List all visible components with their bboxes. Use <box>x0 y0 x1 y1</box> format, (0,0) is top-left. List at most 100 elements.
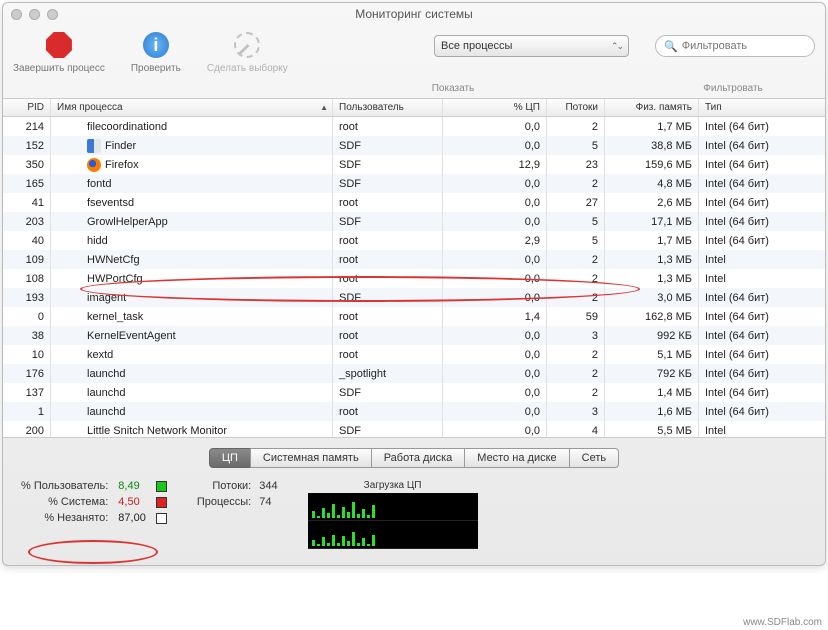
cell-type: Intel (64 бит) <box>699 345 825 364</box>
table-body: 214filecoordinationdroot0,021,7 МБIntel … <box>3 117 825 437</box>
cell-name: KernelEventAgent <box>51 326 333 345</box>
cell-user: SDF <box>333 212 443 231</box>
cell-pid: 193 <box>3 288 51 307</box>
filter-label: Фильтровать <box>653 83 813 94</box>
table-row[interactable]: 109HWNetCfgroot0,021,3 МБIntel <box>3 250 825 269</box>
col-pid[interactable]: PID <box>3 99 51 116</box>
col-user[interactable]: Пользователь <box>333 99 443 116</box>
tab-cpu[interactable]: ЦП <box>209 448 251 468</box>
cell-user: root <box>333 345 443 364</box>
cell-pid: 350 <box>3 155 51 174</box>
cell-threads: 2 <box>547 383 605 402</box>
cell-memory: 3,0 МБ <box>605 288 699 307</box>
titlebar: Мониторинг системы <box>3 3 825 25</box>
cell-type: Intel (64 бит) <box>699 288 825 307</box>
cell-memory: 1,3 МБ <box>605 269 699 288</box>
table-row[interactable]: 38KernelEventAgentroot0,03992 КБIntel (6… <box>3 326 825 345</box>
tab-disk-usage[interactable]: Место на диске <box>464 448 569 468</box>
table-row[interactable]: 193imagentSDF0,023,0 МБIntel (64 бит) <box>3 288 825 307</box>
search-input[interactable] <box>682 40 806 52</box>
search-field[interactable]: 🔍 <box>655 35 815 57</box>
cell-name: fontd <box>51 174 333 193</box>
table-row[interactable]: 137launchdSDF0,021,4 МБIntel (64 бит) <box>3 383 825 402</box>
cell-name: kextd <box>51 345 333 364</box>
table-row[interactable]: 0kernel_taskroot1,459162,8 МБIntel (64 б… <box>3 307 825 326</box>
cell-threads: 4 <box>547 421 605 437</box>
cell-memory: 159,6 МБ <box>605 155 699 174</box>
cpu-graph-block: Загрузка ЦП <box>308 480 478 549</box>
table-row[interactable]: 40hiddroot2,951,7 МБIntel (64 бит) <box>3 231 825 250</box>
cell-name: HWNetCfg <box>51 250 333 269</box>
thread-proc-stats: Потоки: 344 Процессы: 74 <box>197 480 278 508</box>
threads-value: 344 <box>259 480 277 492</box>
col-memory[interactable]: Физ. память <box>605 99 699 116</box>
quit-process-button[interactable]: Завершить процесс <box>13 29 105 74</box>
cell-name: Firefox <box>51 155 333 174</box>
cell-memory: 162,8 МБ <box>605 307 699 326</box>
table-row[interactable]: 10kextdroot0,025,1 МБIntel (64 бит) <box>3 345 825 364</box>
stop-icon <box>46 32 72 58</box>
cell-threads: 2 <box>547 345 605 364</box>
cell-cpu: 0,0 <box>443 174 547 193</box>
footer-tabs: ЦП Системная память Работа диска Место н… <box>3 438 825 476</box>
cell-memory: 1,7 МБ <box>605 231 699 250</box>
table-row[interactable]: 152FinderSDF0,0538,8 МБIntel (64 бит) <box>3 136 825 155</box>
cell-type: Intel (64 бит) <box>699 155 825 174</box>
cell-pid: 137 <box>3 383 51 402</box>
cell-name: filecoordinationd <box>51 117 333 136</box>
cell-cpu: 0,0 <box>443 288 547 307</box>
process-filter-combo[interactable]: Все процессы <box>434 35 629 57</box>
table-row[interactable]: 203GrowlHelperAppSDF0,0517,1 МБIntel (64… <box>3 212 825 231</box>
cell-type: Intel <box>699 250 825 269</box>
table-row[interactable]: 165fontdSDF0,024,8 МБIntel (64 бит) <box>3 174 825 193</box>
cell-type: Intel (64 бит) <box>699 364 825 383</box>
table-row[interactable]: 350FirefoxSDF12,923159,6 МБIntel (64 бит… <box>3 155 825 174</box>
col-type[interactable]: Тип <box>699 99 825 116</box>
table-row[interactable]: 214filecoordinationdroot0,021,7 МБIntel … <box>3 117 825 136</box>
table-row[interactable]: 108HWPortCfgroot0,021,3 МБIntel <box>3 269 825 288</box>
procs-label: Процессы: <box>197 496 251 508</box>
cell-type: Intel (64 бит) <box>699 136 825 155</box>
cell-threads: 59 <box>547 307 605 326</box>
cell-pid: 165 <box>3 174 51 193</box>
cell-pid: 109 <box>3 250 51 269</box>
idle-pct-value: 87,00 <box>118 512 146 524</box>
show-label: Показать <box>253 83 653 94</box>
sample-button[interactable]: Сделать выборку <box>207 29 288 74</box>
table-row[interactable]: 1launchdroot0,031,6 МБIntel (64 бит) <box>3 402 825 421</box>
sample-icon <box>234 32 260 58</box>
cell-user: _spotlight <box>333 364 443 383</box>
col-threads[interactable]: Потоки <box>547 99 605 116</box>
table-header: PID Имя процесса▲ Пользователь % ЦП Пото… <box>3 99 825 117</box>
col-cpu[interactable]: % ЦП <box>443 99 547 116</box>
user-pct-label: % Пользователь: <box>21 480 108 492</box>
cell-memory: 792 КБ <box>605 364 699 383</box>
cell-cpu: 0,0 <box>443 117 547 136</box>
cell-user: SDF <box>333 421 443 437</box>
sort-asc-icon: ▲ <box>320 103 328 112</box>
cpu-footer: % Пользователь: 8,49 % Система: 4,50 % Н… <box>3 476 825 565</box>
cell-memory: 17,1 МБ <box>605 212 699 231</box>
inspect-button[interactable]: i Проверить <box>131 29 181 74</box>
cpu-percent-stats: % Пользователь: 8,49 % Система: 4,50 % Н… <box>21 480 167 524</box>
cell-type: Intel (64 бит) <box>699 193 825 212</box>
cell-user: root <box>333 307 443 326</box>
table-row[interactable]: 41fseventsdroot0,0272,6 МБIntel (64 бит) <box>3 193 825 212</box>
cell-user: SDF <box>333 136 443 155</box>
tab-memory[interactable]: Системная память <box>250 448 372 468</box>
cell-user: SDF <box>333 174 443 193</box>
cell-user: root <box>333 193 443 212</box>
cell-name: GrowlHelperApp <box>51 212 333 231</box>
tab-disk-activity[interactable]: Работа диска <box>371 448 466 468</box>
cell-type: Intel (64 бит) <box>699 117 825 136</box>
firefox-icon <box>87 158 101 172</box>
cell-threads: 5 <box>547 212 605 231</box>
col-name[interactable]: Имя процесса▲ <box>51 99 333 116</box>
table-row[interactable]: 200Little Snitch Network MonitorSDF0,045… <box>3 421 825 437</box>
table-row[interactable]: 176launchd_spotlight0,02792 КБIntel (64 … <box>3 364 825 383</box>
cell-pid: 41 <box>3 193 51 212</box>
cell-pid: 40 <box>3 231 51 250</box>
cell-type: Intel (64 бит) <box>699 326 825 345</box>
tab-network[interactable]: Сеть <box>569 448 619 468</box>
cell-user: SDF <box>333 383 443 402</box>
